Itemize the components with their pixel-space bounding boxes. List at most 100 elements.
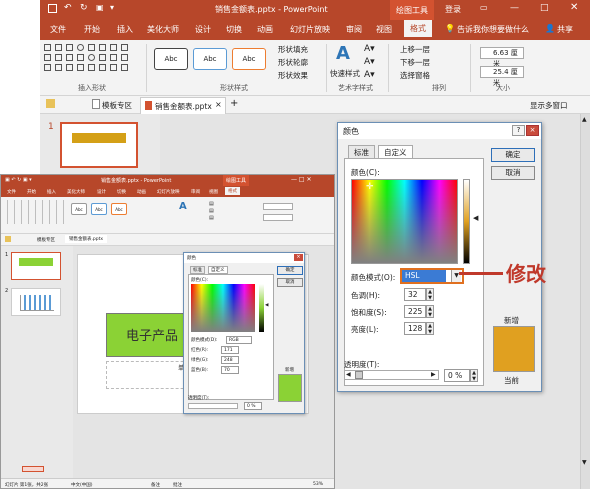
tab-view[interactable]: 视图 — [376, 24, 392, 35]
small-doc-tab-active[interactable]: 销售金额表.pptx — [65, 235, 108, 243]
shape-height-field[interactable]: 6.63 厘米 — [480, 47, 524, 68]
small-size-fields[interactable] — [263, 203, 293, 210]
small-style-preset-1[interactable]: Abc — [71, 203, 87, 215]
shape-fill-button[interactable]: 形状填充 — [278, 44, 308, 55]
small-tab-view[interactable]: 视图 — [209, 189, 218, 195]
wordart-a-icon[interactable]: A — [336, 43, 350, 64]
tab-standard[interactable]: 标准 — [348, 145, 375, 159]
small-tab-insert[interactable]: 插入 — [47, 189, 56, 195]
tab-slideshow[interactable]: 幻灯片放映 — [290, 24, 330, 35]
tab-home[interactable]: 开始 — [84, 24, 100, 35]
small-color-spectrum[interactable] — [191, 284, 255, 332]
shape-gallery[interactable] — [44, 44, 129, 71]
cancel-button[interactable]: 取消 — [491, 166, 535, 180]
help-button[interactable]: ? — [512, 125, 525, 136]
tab-insert[interactable]: 插入 — [117, 24, 133, 35]
show-multiwindow-link[interactable]: 显示多窗口 — [530, 100, 568, 111]
dialog-close-button[interactable]: × — [526, 125, 539, 136]
lightness-field[interactable]: 128 — [404, 322, 426, 335]
small-shape-gallery[interactable] — [4, 200, 64, 224]
small-slide-thumb-1[interactable] — [11, 252, 61, 280]
small-style-preset-3[interactable]: Abc — [111, 203, 127, 215]
selection-pane-button[interactable]: 选择窗格 — [400, 70, 430, 81]
saturation-spinner[interactable]: ▲ ▼ — [426, 305, 434, 318]
text-fill-icon[interactable]: A▾ — [364, 44, 375, 54]
small-green-field[interactable]: 248 — [221, 356, 239, 364]
small-tab-beautify[interactable]: 美化大师 — [67, 189, 85, 195]
new-tab-icon[interactable]: + — [230, 98, 238, 109]
small-quick-access-icons[interactable]: ▣ ↶ ↻ ▣ ▾ — [5, 177, 32, 183]
close-tab-icon[interactable]: × — [215, 100, 222, 109]
lightness-arrow-icon[interactable]: ◀ — [473, 214, 478, 222]
transparency-slider[interactable]: ◀ ▶ — [344, 370, 439, 380]
lightness-spinner[interactable]: ▲ ▼ — [426, 322, 434, 335]
small-tab-file[interactable]: 文件 — [7, 189, 16, 195]
small-dialog-tab-custom[interactable]: 自定义 — [208, 266, 228, 274]
tab-format[interactable]: 格式 — [404, 20, 432, 37]
scroll-down-icon[interactable]: ▼ — [582, 459, 587, 466]
close-window-icon[interactable]: ✕ — [570, 2, 578, 13]
small-cancel-button[interactable]: 取消 — [277, 278, 303, 287]
quick-access-icon[interactable]: ▣ — [96, 3, 104, 12]
bring-forward-button[interactable]: 上移一层 — [400, 44, 430, 55]
small-dialog-tab-standard[interactable]: 标准 — [190, 266, 205, 274]
text-effects-icon[interactable]: A▾ — [364, 70, 375, 80]
small-ok-button[interactable]: 确定 — [277, 266, 303, 275]
small-status-notes[interactable]: 备注 — [151, 482, 160, 488]
quick-styles-button[interactable]: 快速样式 — [330, 68, 360, 79]
small-tab-transitions[interactable]: 切换 — [117, 189, 126, 195]
style-preset-2[interactable]: Abc — [193, 48, 227, 70]
doc-tab-active[interactable]: 销售金额表.pptx × — [140, 97, 226, 114]
small-doc-tab-templates[interactable]: 模板专区 — [37, 237, 55, 243]
slide-thumbnail-1[interactable] — [60, 122, 138, 168]
minimize-icon[interactable]: — — [510, 3, 519, 13]
ok-button[interactable]: 确定 — [491, 148, 535, 162]
transparency-right-icon[interactable]: ▶ — [431, 371, 436, 378]
hue-field[interactable]: 32 — [404, 288, 426, 301]
tab-beautify[interactable]: 美化大师 — [147, 24, 179, 35]
saturation-field[interactable]: 225 — [404, 305, 426, 318]
small-status-comments[interactable]: 批注 — [173, 482, 182, 488]
transparency-left-icon[interactable]: ◀ — [346, 371, 351, 378]
small-slide-thumb-2[interactable] — [11, 288, 61, 316]
save-icon[interactable] — [48, 4, 57, 13]
spectrum-crosshair-icon[interactable]: ✛ — [366, 182, 374, 192]
color-spectrum[interactable]: ✛ — [351, 179, 458, 264]
tab-review[interactable]: 审阅 — [346, 24, 362, 35]
sign-in-link[interactable]: 登录 — [445, 4, 461, 15]
color-model-select[interactable]: HSL ▼ — [400, 268, 464, 284]
shape-outline-button[interactable]: 形状轮廓 — [278, 57, 308, 68]
lightness-slider[interactable] — [463, 179, 470, 264]
small-transparency-slider[interactable] — [188, 403, 238, 409]
transparency-field[interactable]: 0 % — [444, 369, 470, 382]
redo-icon[interactable]: ↻ — [80, 3, 88, 13]
ribbon-display-icon[interactable]: ▭ — [480, 3, 488, 12]
scroll-up-icon[interactable]: ▲ — [582, 116, 587, 123]
doc-tab-templates[interactable]: 模板专区 — [102, 100, 132, 111]
style-preset-3[interactable]: Abc — [232, 48, 266, 70]
small-tab-design[interactable]: 设计 — [97, 189, 106, 195]
send-backward-button[interactable]: 下移一层 — [400, 57, 430, 68]
small-zoom-level[interactable]: 53% — [313, 482, 323, 487]
tab-design[interactable]: 设计 — [195, 24, 211, 35]
small-red-field[interactable]: 171 — [221, 346, 239, 354]
maximize-icon[interactable]: □ — [540, 3, 549, 13]
tab-file[interactable]: 文件 — [50, 24, 66, 35]
small-color-model-select[interactable]: RGB — [226, 336, 252, 344]
transparency-thumb[interactable] — [355, 371, 363, 379]
small-tab-animations[interactable]: 动画 — [137, 189, 146, 195]
text-outline-icon[interactable]: A▾ — [364, 57, 375, 67]
small-window-controls[interactable]: — □ ✕ — [291, 176, 312, 183]
small-transparency-field[interactable]: 0 % — [244, 402, 262, 410]
undo-icon[interactable]: ↶ — [64, 3, 72, 13]
folder-icon[interactable] — [46, 99, 55, 108]
canvas-scrollbar[interactable] — [580, 114, 590, 489]
small-tab-home[interactable]: 开始 — [27, 189, 36, 195]
small-lightness-slider[interactable] — [259, 284, 264, 332]
tell-me-box[interactable]: 告诉我你想要做什么 — [457, 24, 529, 35]
small-arrange-icons[interactable]: ▤ ▤ ▤ — [209, 201, 214, 222]
customize-toolbar-icon[interactable]: ▾ — [110, 3, 114, 12]
small-size-fields-2[interactable] — [263, 214, 293, 221]
share-button[interactable]: 共享 — [557, 24, 573, 35]
small-tab-review[interactable]: 审阅 — [191, 189, 200, 195]
